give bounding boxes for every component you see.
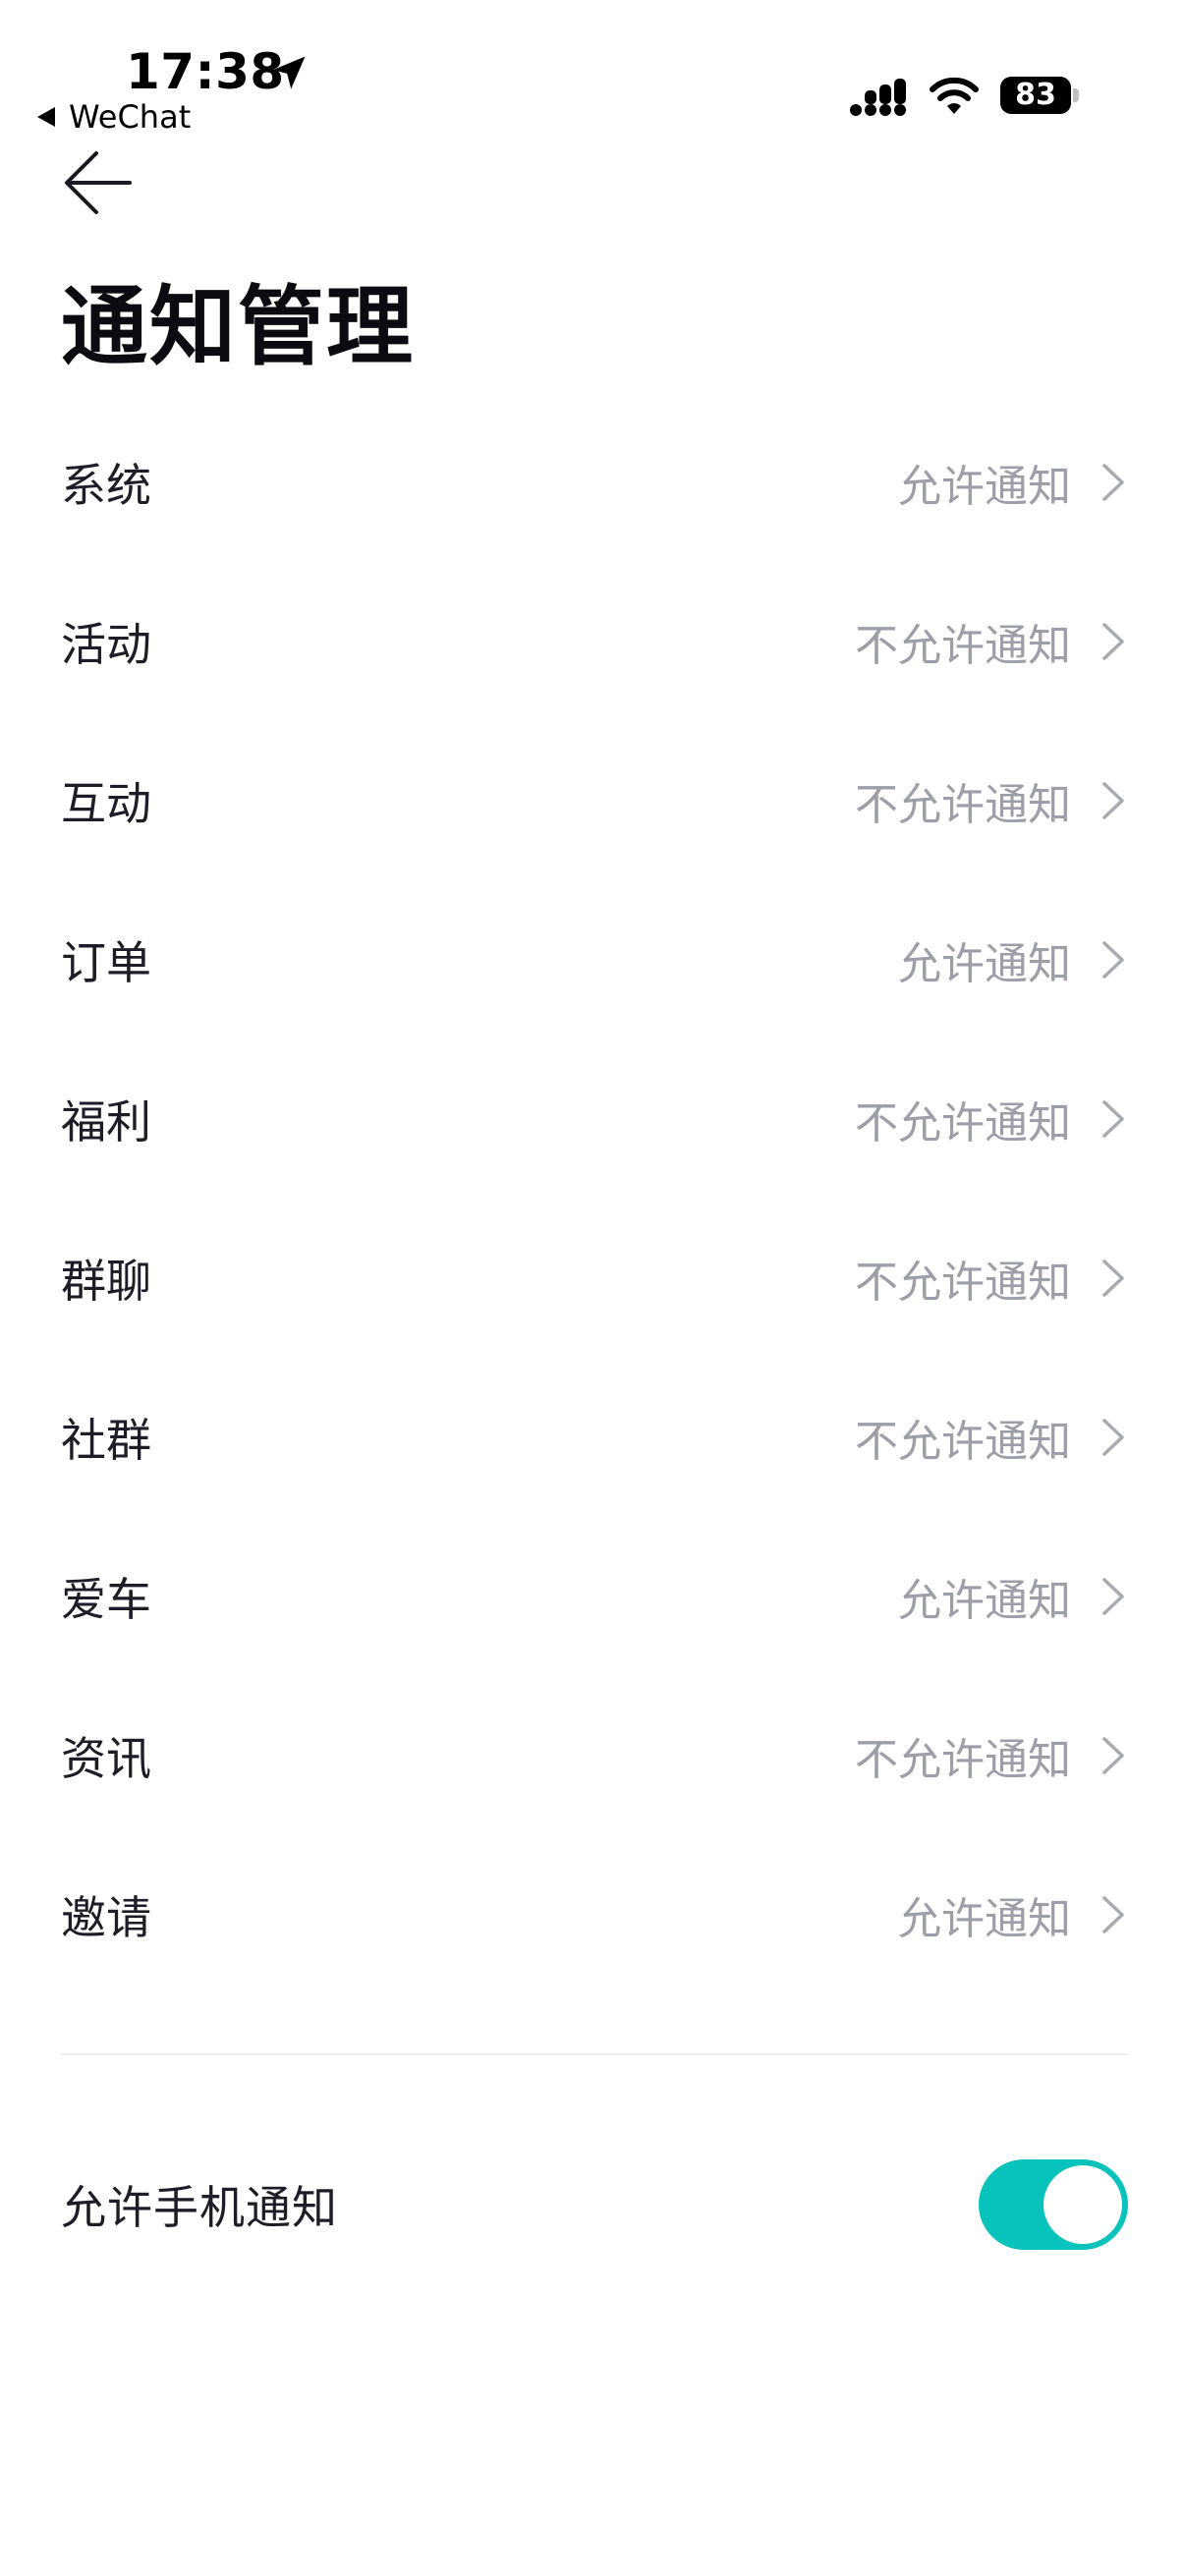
setting-label: 互动 — [61, 777, 151, 830]
status-time: 17:38 — [126, 43, 285, 100]
setting-label: 资讯 — [61, 1732, 151, 1785]
back-app-label: WeChat — [69, 98, 192, 136]
setting-value: 不允许通知 — [855, 1417, 1071, 1467]
setting-label: 活动 — [61, 618, 151, 671]
setting-value-group: 不允许通知 — [855, 1406, 1128, 1469]
phone-notification-row: 允许手机通知 — [61, 2156, 1128, 2254]
toggle-knob — [1044, 2165, 1122, 2244]
setting-value: 允许通知 — [898, 462, 1071, 512]
battery-icon: 83 — [1000, 77, 1083, 114]
setting-value: 允许通知 — [898, 1576, 1071, 1626]
setting-row[interactable]: 活动 不允许通知 — [61, 562, 1128, 721]
setting-value-group: 允许通知 — [898, 928, 1128, 991]
chevron-right-icon — [1102, 941, 1124, 979]
setting-value: 允许通知 — [898, 1894, 1071, 1944]
setting-value-group: 不允许通知 — [855, 1247, 1128, 1310]
setting-label: 爱车 — [61, 1573, 151, 1626]
location-arrow-icon — [272, 56, 306, 89]
setting-value-group: 允许通知 — [898, 451, 1128, 514]
setting-value: 不允许通知 — [855, 1735, 1071, 1785]
chevron-right-icon — [1102, 782, 1124, 819]
chevron-right-icon — [1102, 1100, 1124, 1138]
setting-value: 允许通知 — [898, 939, 1071, 989]
chevron-right-icon — [1102, 1260, 1124, 1297]
chevron-right-icon — [1102, 1737, 1124, 1774]
chevron-right-icon — [1102, 464, 1124, 501]
signal-icon — [850, 79, 906, 116]
setting-row[interactable]: 订单 允许通知 — [61, 880, 1128, 1039]
setting-row[interactable]: 社群 不允许通知 — [61, 1358, 1128, 1517]
setting-label: 社群 — [61, 1414, 151, 1467]
divider — [61, 2053, 1128, 2055]
setting-value: 不允许通知 — [855, 1098, 1071, 1148]
setting-row[interactable]: 系统 允许通知 — [61, 403, 1128, 562]
setting-value: 不允许通知 — [855, 780, 1071, 830]
setting-value: 不允许通知 — [855, 621, 1071, 671]
setting-row[interactable]: 互动 不允许通知 — [61, 721, 1128, 880]
setting-value-group: 允许通知 — [898, 1565, 1128, 1628]
setting-label: 邀请 — [61, 1891, 151, 1944]
back-triangle-icon — [37, 107, 55, 127]
notification-settings-list: 系统 允许通知 活动 不允许通知 互动 不允许通知 订单 允许通知 福利 不允许通知 群聊 不允许通知… — [61, 403, 1128, 1994]
setting-value-group: 不允许通知 — [855, 1088, 1128, 1150]
arrow-left-icon[interactable] — [61, 145, 136, 220]
phone-notification-toggle[interactable] — [979, 2159, 1128, 2250]
back-to-app-link[interactable]: WeChat — [37, 98, 191, 136]
phone-notification-label: 允许手机通知 — [61, 2181, 338, 2234]
chevron-right-icon — [1102, 1419, 1124, 1456]
chevron-right-icon — [1102, 1896, 1124, 1933]
setting-row[interactable]: 资讯 不允许通知 — [61, 1676, 1128, 1835]
page-title: 通知管理 — [61, 276, 416, 377]
wifi-icon — [930, 77, 979, 114]
setting-value-group: 允许通知 — [898, 1883, 1128, 1946]
battery-level: 83 — [1015, 78, 1056, 112]
setting-label: 系统 — [61, 459, 151, 512]
setting-row[interactable]: 邀请 允许通知 — [61, 1835, 1128, 1994]
setting-row[interactable]: 福利 不允许通知 — [61, 1039, 1128, 1199]
setting-row[interactable]: 群聊 不允许通知 — [61, 1199, 1128, 1358]
chevron-right-icon — [1102, 623, 1124, 660]
setting-value-group: 不允许通知 — [855, 769, 1128, 832]
status-bar: 17:38 WeChat 83 — [0, 0, 1185, 138]
setting-label: 订单 — [61, 936, 151, 989]
setting-row[interactable]: 爱车 允许通知 — [61, 1517, 1128, 1676]
chevron-right-icon — [1102, 1578, 1124, 1615]
setting-label: 群聊 — [61, 1255, 151, 1308]
setting-label: 福利 — [61, 1095, 151, 1148]
setting-value-group: 不允许通知 — [855, 1724, 1128, 1787]
setting-value-group: 不允许通知 — [855, 610, 1128, 673]
setting-value: 不允许通知 — [855, 1258, 1071, 1308]
